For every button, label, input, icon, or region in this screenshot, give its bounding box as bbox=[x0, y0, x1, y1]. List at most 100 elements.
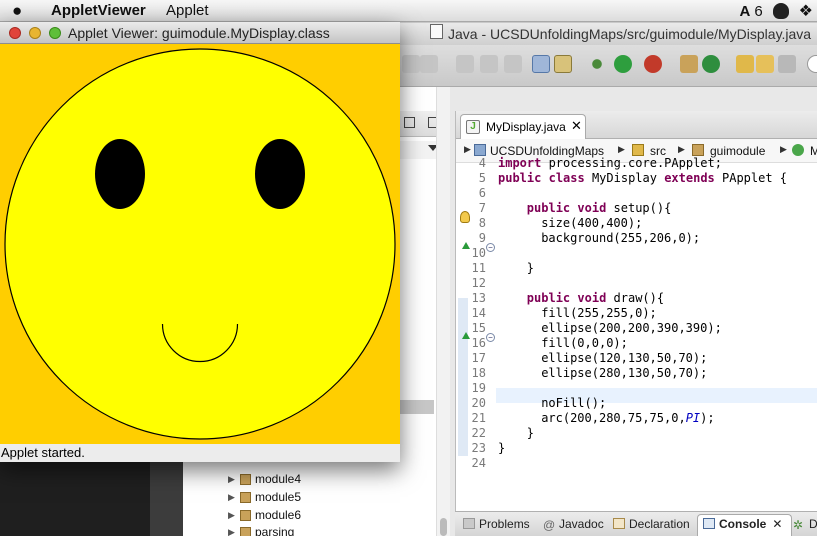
eclipse-toolbar bbox=[400, 45, 817, 87]
menu-applet[interactable]: Applet bbox=[166, 2, 209, 19]
eclipse-title: Java - UCSDUnfoldingMaps/src/guimodule/M… bbox=[448, 26, 812, 42]
code-line[interactable]: ellipse(120,130,50,70); bbox=[541, 351, 707, 365]
zoom-window-button[interactable] bbox=[49, 27, 61, 39]
package-icon bbox=[692, 144, 704, 156]
code-line[interactable]: background(255,206,0); bbox=[541, 231, 700, 245]
code-line[interactable]: size(400,400); bbox=[541, 216, 642, 230]
code-line[interactable]: import processing.core.PApplet; bbox=[498, 156, 722, 170]
expand-arrow-icon[interactable]: ▶ bbox=[228, 510, 235, 521]
code-line[interactable]: arc(200,280,75,75,0,PI); bbox=[541, 411, 714, 425]
tab-problems[interactable]: Problems bbox=[463, 517, 530, 531]
open-type-icon[interactable] bbox=[736, 55, 754, 73]
close-icon[interactable]: ✕ bbox=[772, 517, 782, 531]
line-number: 22 bbox=[471, 426, 486, 440]
tab-javadoc[interactable]: @ Javadoc bbox=[543, 517, 604, 532]
line-number: 10 bbox=[471, 246, 486, 260]
package-explorer-scrollbar[interactable] bbox=[436, 87, 450, 536]
redo-icon[interactable] bbox=[480, 55, 498, 73]
line-number: 21 bbox=[471, 411, 486, 425]
run-icon[interactable] bbox=[614, 55, 632, 73]
applet-title-bar[interactable]: Applet Viewer: guimodule.MyDisplay.class bbox=[0, 22, 400, 44]
status-badge: 6 bbox=[754, 2, 763, 20]
line-number: 18 bbox=[471, 366, 486, 380]
app-menu[interactable]: AppletViewer bbox=[51, 2, 146, 19]
code-line[interactable]: } bbox=[527, 426, 534, 440]
line-number: 16 bbox=[471, 336, 486, 350]
console-icon bbox=[703, 518, 715, 529]
code-line[interactable]: public void setup(){ bbox=[527, 201, 672, 215]
tab-label: Declaration bbox=[629, 517, 690, 531]
package-icon bbox=[240, 474, 251, 485]
declaration-icon bbox=[613, 518, 625, 529]
apple-menu-icon[interactable]: ● bbox=[12, 1, 22, 21]
tree-item-label: module6 bbox=[255, 508, 302, 522]
line-number: 8 bbox=[478, 216, 486, 230]
tree-selection-highlight bbox=[400, 400, 434, 414]
run-external-icon[interactable] bbox=[644, 55, 662, 73]
tab-declaration[interactable]: Declaration bbox=[613, 517, 690, 531]
code-line[interactable]: } bbox=[527, 261, 534, 275]
line-number: 11 bbox=[471, 261, 486, 275]
expand-arrow-icon[interactable]: ▶ bbox=[228, 474, 235, 485]
code-line[interactable]: ellipse(280,130,50,70); bbox=[541, 366, 707, 380]
minimize-window-button[interactable] bbox=[29, 27, 41, 39]
breadcrumb-class[interactable]: M bbox=[810, 144, 817, 158]
qq-icon[interactable] bbox=[772, 3, 789, 19]
code-editor: J MyDisplay.java ✕ ▶ UCSDUnfoldingMaps ▶… bbox=[455, 111, 817, 511]
class-icon bbox=[792, 144, 804, 156]
right-eye bbox=[255, 139, 305, 209]
at-icon: @ bbox=[543, 518, 556, 532]
applet-canvas[interactable] bbox=[0, 44, 400, 444]
problems-icon bbox=[463, 518, 475, 529]
code-line[interactable]: ellipse(200,200,390,390); bbox=[541, 321, 722, 335]
code-line[interactable]: fill(255,255,0); bbox=[541, 306, 657, 320]
fold-toggle-icon[interactable]: − bbox=[486, 333, 495, 342]
editor-tab-bar: J MyDisplay.java ✕ bbox=[456, 111, 817, 139]
line-number: 19 bbox=[471, 381, 486, 395]
close-window-button[interactable] bbox=[9, 27, 21, 39]
close-icon[interactable]: ✕ bbox=[571, 118, 582, 134]
tab-label: Javadoc bbox=[559, 517, 604, 531]
dark-panel bbox=[0, 458, 150, 536]
chevron-right-icon: ▶ bbox=[618, 144, 625, 154]
bottom-view-tabs: Problems @ Javadoc Declaration Console ✕ ✲… bbox=[455, 511, 817, 536]
chevron-right-icon: ▶ bbox=[464, 144, 471, 154]
code-line[interactable]: fill(0,0,0); bbox=[541, 336, 628, 350]
pencil-icon[interactable] bbox=[778, 55, 796, 73]
code-line[interactable]: } bbox=[498, 441, 505, 455]
expand-arrow-icon[interactable]: ▶ bbox=[228, 492, 235, 503]
tab-label: MyDisplay.java bbox=[486, 120, 566, 134]
step-icon[interactable] bbox=[504, 55, 522, 73]
new-package-icon[interactable] bbox=[680, 55, 698, 73]
menu-bar: ● AppletViewer Applet A 6 ❖ bbox=[0, 0, 817, 22]
code-line[interactable]: public void draw(){ bbox=[527, 291, 664, 305]
open-folder-icon[interactable] bbox=[756, 55, 774, 73]
line-number: 5 bbox=[478, 171, 486, 185]
line-number: 6 bbox=[478, 186, 486, 200]
save-all-icon[interactable] bbox=[402, 55, 420, 73]
expand-arrow-icon[interactable]: ▶ bbox=[228, 527, 235, 536]
toggle-mark-icon[interactable] bbox=[532, 55, 550, 73]
tab-mydisplay-java[interactable]: J MyDisplay.java ✕ bbox=[460, 114, 586, 139]
fold-toggle-icon[interactable]: − bbox=[486, 243, 495, 252]
debug-icon[interactable] bbox=[588, 55, 606, 73]
line-number: 20 bbox=[471, 396, 486, 410]
package-icon bbox=[240, 492, 251, 503]
search-field[interactable] bbox=[807, 55, 817, 73]
adobe-icon[interactable]: A 6 bbox=[739, 3, 762, 20]
line-number: 7 bbox=[478, 201, 486, 215]
tree-item-label: module5 bbox=[255, 490, 302, 504]
dark-panel-edge bbox=[150, 458, 183, 536]
undo-icon[interactable] bbox=[456, 55, 474, 73]
print-icon[interactable] bbox=[420, 55, 438, 73]
code-line[interactable]: noFill(); bbox=[541, 396, 606, 410]
tab-console[interactable]: Console ✕ bbox=[703, 517, 782, 531]
scrollbar-thumb[interactable] bbox=[440, 518, 447, 536]
minimize-view-icon[interactable] bbox=[404, 117, 415, 128]
left-eye bbox=[95, 139, 145, 209]
tab-debug[interactable]: ✲ D bbox=[793, 517, 817, 532]
dropbox-icon[interactable]: ❖ bbox=[799, 1, 813, 21]
code-line[interactable]: public class MyDisplay extends PApplet { bbox=[498, 171, 787, 185]
highlight-icon[interactable] bbox=[554, 55, 572, 73]
new-class-icon[interactable] bbox=[702, 55, 720, 73]
